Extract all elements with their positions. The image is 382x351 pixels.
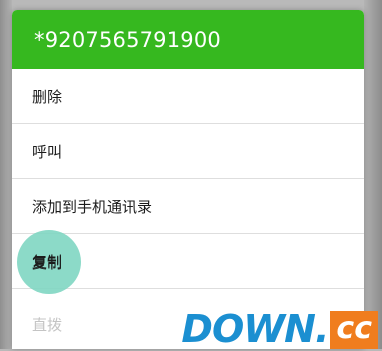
watermark-tld-text: cc	[330, 311, 378, 349]
menu-item-copy-label-overlay: 复制	[32, 254, 63, 272]
context-menu-dialog: *9207565791900 删除 呼叫 添加到手机通讯录 复制 直拨	[12, 10, 364, 349]
menu-item-label: 呼叫	[32, 142, 63, 161]
watermark-logo: DOWN. cc	[181, 309, 378, 349]
menu-item-delete[interactable]: 删除	[12, 69, 364, 124]
menu-item-call[interactable]: 呼叫	[12, 124, 364, 179]
menu-item-label: 删除	[32, 87, 63, 106]
menu-item-add-to-contacts[interactable]: 添加到手机通讯录	[12, 179, 364, 234]
background-left-edge	[0, 0, 12, 349]
menu-item-label: 添加到手机通讯录	[32, 197, 153, 216]
dialog-title: *9207565791900	[34, 27, 221, 52]
dialog-title-bar: *9207565791900	[12, 10, 364, 69]
watermark-main-text: DOWN.	[181, 307, 329, 351]
background-right-edge	[364, 0, 382, 349]
menu-item-label: 直拨	[32, 315, 63, 334]
